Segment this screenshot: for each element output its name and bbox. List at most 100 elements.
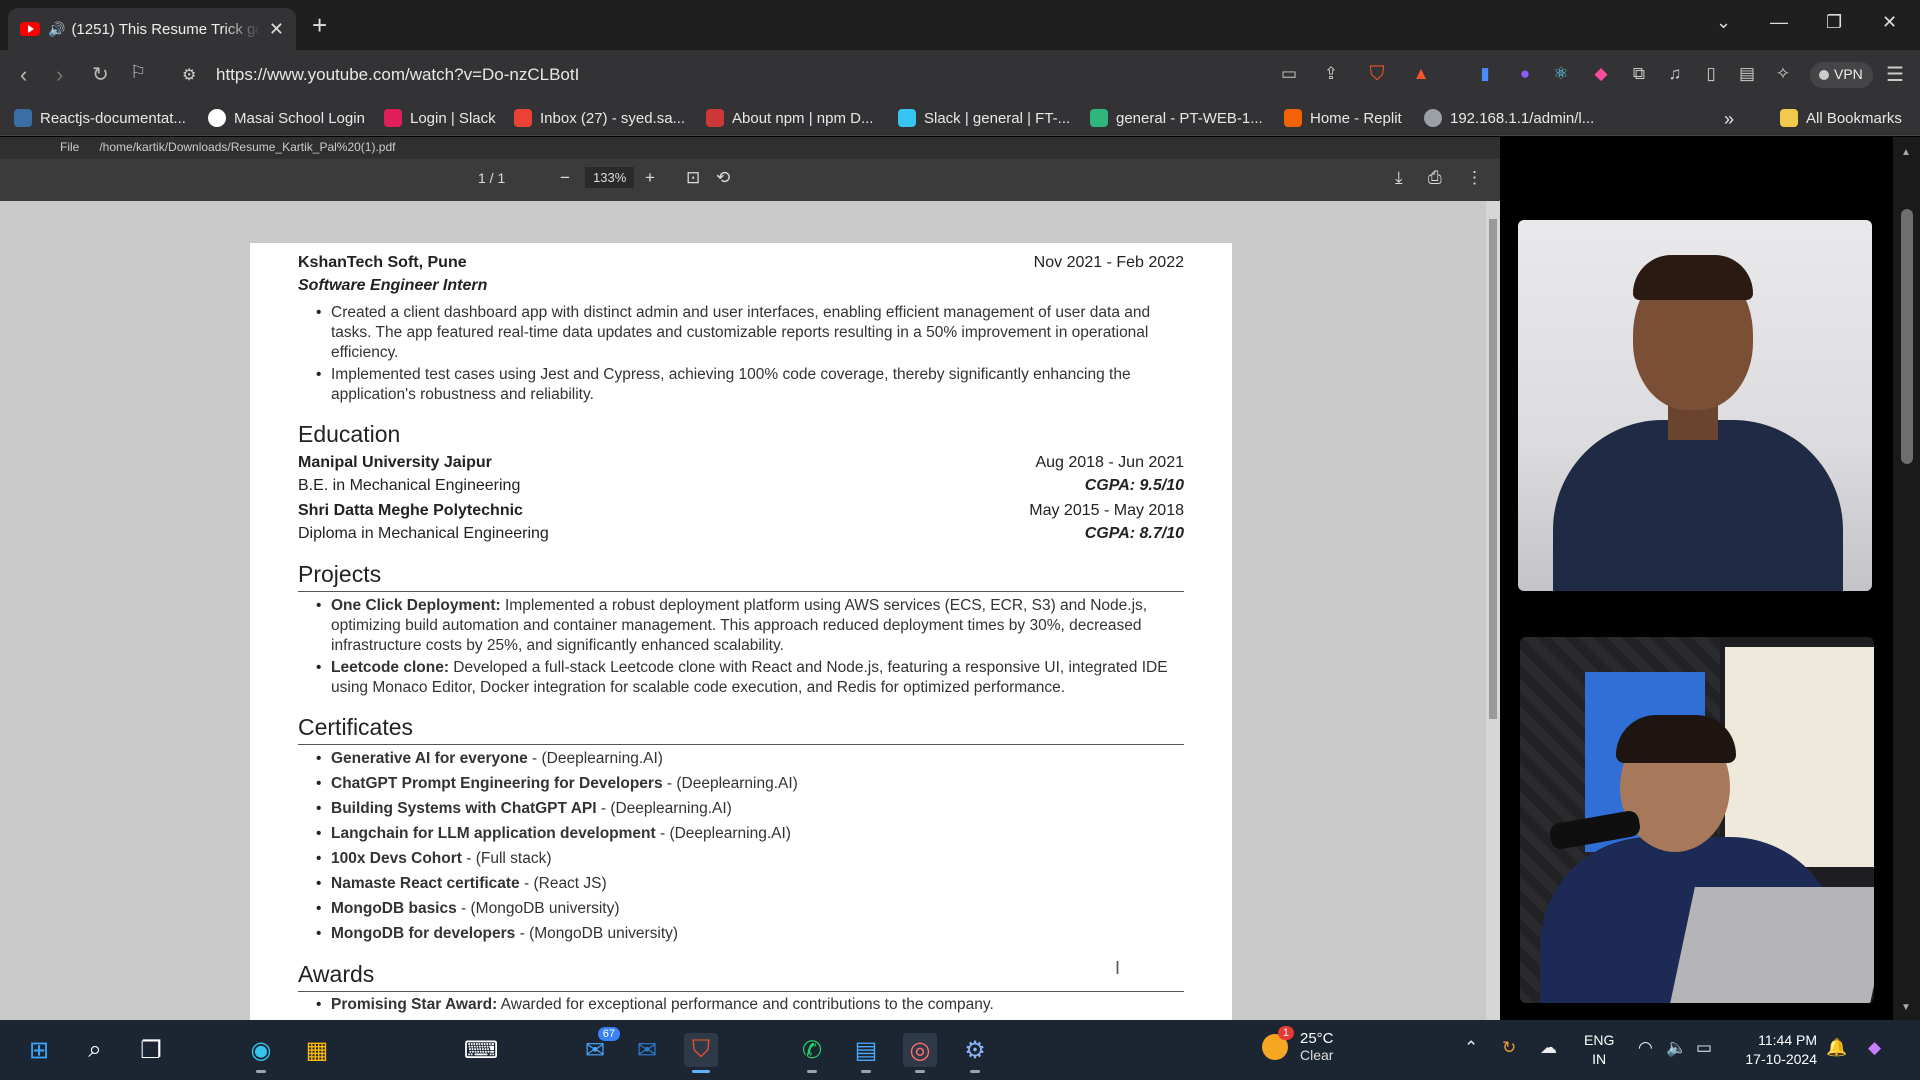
mail-badge: 67: [597, 1027, 620, 1041]
tray-overflow-chevron-icon[interactable]: ⌃: [1464, 1038, 1478, 1058]
scrollbar-thumb[interactable]: [1901, 209, 1913, 464]
menu-icon[interactable]: ☰: [1884, 63, 1906, 86]
cast-icon[interactable]: ▭: [1278, 63, 1300, 85]
reload-icon[interactable]: ↻: [92, 62, 109, 87]
education-detail: Diploma in Mechanical Engineering CGPA: …: [298, 522, 1184, 545]
degree: Diploma in Mechanical Engineering: [298, 525, 549, 542]
scroll-up-icon[interactable]: ▲: [1901, 147, 1911, 158]
notifications-bell-icon[interactable]: 🔔: [1826, 1038, 1847, 1058]
share-icon[interactable]: ⇪: [1320, 63, 1342, 85]
bookmark-item[interactable]: Login | Slack: [384, 109, 496, 127]
bookmark-icon[interactable]: ⚐: [130, 62, 146, 83]
education-detail: B.E. in Mechanical Engineering CGPA: 9.5…: [298, 474, 1184, 497]
page-indicator: 1 / 1: [478, 170, 506, 186]
more-options-icon[interactable]: ⋮: [1466, 168, 1483, 188]
wallet-icon[interactable]: ▤: [1736, 63, 1758, 85]
settings-icon[interactable]: ⚙: [958, 1033, 992, 1073]
company-name: KshanTech Soft, Pune: [298, 254, 467, 271]
slack-icon: [1090, 109, 1108, 127]
pdf-file-label: File: [60, 140, 80, 154]
leo-ai-icon[interactable]: ✧: [1772, 63, 1794, 85]
zoom-in-icon[interactable]: +: [645, 168, 655, 188]
tab-youtube[interactable]: 🔊 (1251) This Resume Trick got ✕: [8, 8, 296, 50]
brave-rewards-icon[interactable]: ▲: [1410, 63, 1432, 85]
screen-recorder-icon[interactable]: ◎: [903, 1033, 937, 1073]
vpn-button[interactable]: VPN: [1810, 62, 1873, 88]
extension-doc-icon[interactable]: ▮: [1474, 63, 1496, 85]
rotate-icon[interactable]: ⟲: [716, 168, 730, 188]
volume-icon[interactable]: 🔈: [1666, 1038, 1687, 1058]
print-icon[interactable]: ⎙: [1428, 168, 1442, 188]
back-icon[interactable]: ‹: [20, 62, 27, 88]
list-item: Implemented test cases using Jest and Cy…: [316, 365, 1184, 405]
url-text[interactable]: https://www.youtube.com/watch?v=Do-nzCLB…: [216, 65, 579, 85]
battery-icon[interactable]: ▭: [1696, 1038, 1712, 1058]
fit-page-icon[interactable]: ⊡: [686, 168, 700, 188]
extension-badge-icon[interactable]: ●: [1514, 63, 1536, 85]
notepad-icon[interactable]: ▤: [849, 1033, 883, 1073]
zoom-out-icon[interactable]: −: [560, 168, 570, 188]
terminal-icon[interactable]: ⌨: [464, 1033, 499, 1067]
outlook-icon[interactable]: ✉: [630, 1033, 664, 1067]
list-item: MongoDB basics - (MongoDB university): [316, 897, 1184, 920]
bookmark-item[interactable]: Slack | general | FT-...: [898, 109, 1070, 127]
bookmark-item[interactable]: Reactjs-documentat...: [14, 109, 186, 127]
wifi-icon[interactable]: ◠: [1638, 1038, 1653, 1058]
color-picker-icon[interactable]: ◆: [1590, 63, 1612, 85]
media-icon[interactable]: ♫: [1664, 63, 1686, 85]
tab-close-icon[interactable]: ✕: [269, 19, 284, 40]
pdf-address-strip: File/home/kartik/Downloads/Resume_Kartik…: [0, 137, 1500, 159]
all-bookmarks-button[interactable]: All Bookmarks: [1780, 109, 1902, 127]
bookmark-item[interactable]: general - PT-WEB-1...: [1090, 109, 1263, 127]
brave-shields-icon[interactable]: ⛉: [1366, 63, 1388, 85]
gmail-icon: [514, 109, 532, 127]
download-icon[interactable]: ⤓: [1395, 168, 1403, 188]
close-window-button[interactable]: ✕: [1882, 12, 1897, 33]
zoom-level[interactable]: 133%: [585, 167, 635, 188]
new-tab-button[interactable]: +: [312, 10, 327, 41]
scroll-down-icon[interactable]: ▼: [1901, 1002, 1911, 1013]
text-cursor-icon: I: [1115, 958, 1121, 978]
list-item: Namaste React certificate - (React JS): [316, 872, 1184, 895]
copilot-icon[interactable]: ◆: [1868, 1038, 1881, 1058]
bookmark-item[interactable]: Masai School Login: [208, 109, 365, 127]
bookmark-item[interactable]: 192.168.1.1/admin/l...: [1424, 109, 1594, 127]
sidebar-icon[interactable]: ▯: [1700, 63, 1722, 85]
brave-browser-icon[interactable]: ⛉: [684, 1033, 718, 1073]
language-indicator[interactable]: ENG IN: [1584, 1031, 1614, 1069]
list-item: Langchain for LLM application developmen…: [316, 822, 1184, 845]
school-name: Shri Datta Meghe Polytechnic: [298, 502, 523, 519]
start-icon[interactable]: ⊞: [22, 1033, 56, 1067]
video-frame[interactable]: File/home/kartik/Downloads/Resume_Kartik…: [0, 137, 1500, 1020]
system-clock[interactable]: 11:44 PM 17-10-2024: [1735, 1031, 1817, 1069]
forward-icon[interactable]: ›: [56, 62, 63, 88]
webcam-feed-reviewer: [1520, 637, 1874, 1003]
task-view-icon[interactable]: ❐: [134, 1033, 168, 1067]
job-dates: Nov 2021 - Feb 2022: [1033, 254, 1184, 271]
extensions-icon[interactable]: ⧉: [1628, 63, 1650, 85]
address-bar[interactable]: ⚙ https://www.youtube.com/watch?v=Do-nzC…: [170, 57, 1455, 93]
search-icon[interactable]: ⌕: [78, 1033, 112, 1067]
onedrive-icon[interactable]: ☁: [1540, 1038, 1557, 1058]
replit-icon: [1284, 109, 1302, 127]
react-devtools-icon[interactable]: ⚛: [1550, 63, 1572, 85]
tab-search-chevron-icon[interactable]: ⌄: [1716, 12, 1731, 33]
restore-button[interactable]: ❐: [1826, 12, 1842, 33]
edge-icon[interactable]: ◉: [244, 1033, 278, 1073]
certificates-list: Generative AI for everyone - (Deeplearni…: [316, 747, 1184, 945]
site-settings-icon[interactable]: ⚙: [182, 65, 196, 85]
bookmark-item[interactable]: Inbox (27) - syed.sa...: [514, 109, 685, 127]
mail-icon[interactable]: ✉ 67: [578, 1027, 620, 1067]
bookmark-item[interactable]: Home - Replit: [1284, 109, 1402, 127]
sync-icon[interactable]: ↻: [1502, 1038, 1516, 1058]
pdf-scrollbar[interactable]: [1486, 201, 1500, 1020]
minimize-button[interactable]: —: [1770, 12, 1788, 33]
audio-playing-icon[interactable]: 🔊: [48, 21, 65, 38]
more-bookmarks-icon[interactable]: »: [1724, 109, 1734, 130]
whatsapp-icon[interactable]: ✆: [795, 1033, 829, 1073]
education-dates: May 2015 - May 2018: [1029, 502, 1184, 519]
bookmark-item[interactable]: About npm | npm D...: [706, 109, 873, 127]
page-scrollbar[interactable]: ▲ ▼: [1893, 137, 1920, 1020]
weather-widget[interactable]: 1 25°C Clear: [1262, 1025, 1334, 1063]
store-icon[interactable]: ▦: [300, 1033, 334, 1067]
